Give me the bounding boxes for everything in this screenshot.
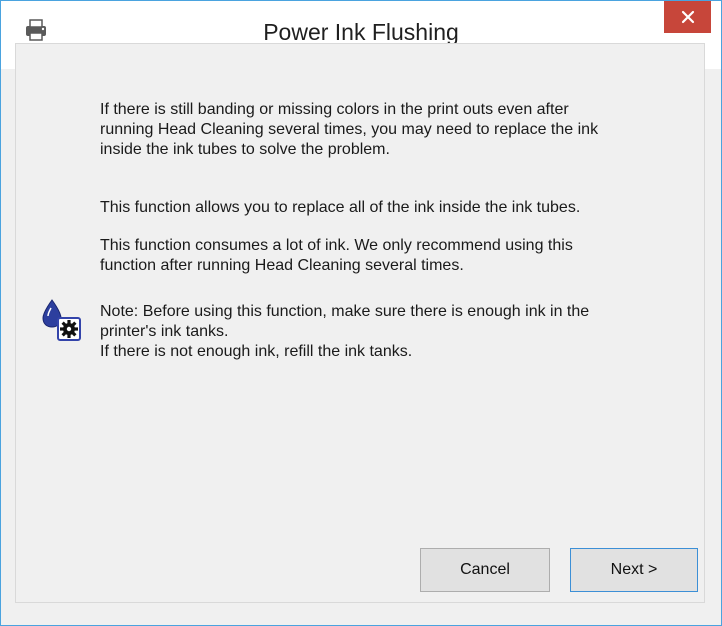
ink-settings-icon — [40, 298, 84, 342]
dialog-body: If there is still banding or missing col… — [15, 43, 705, 603]
cancel-button[interactable]: Cancel — [420, 548, 550, 592]
next-button[interactable]: Next > — [570, 548, 698, 592]
description-paragraph: If there is still banding or missing col… — [100, 100, 598, 160]
note-line3: If there is not enough ink, refill the i… — [100, 343, 413, 360]
paragraph3-line1: This function consumes a lot of ink. We … — [100, 237, 573, 254]
note-text: Note: Before using this function, make s… — [100, 302, 589, 362]
ink-consumption-warning: This function consumes a lot of ink. We … — [100, 236, 573, 276]
paragraph1-line3: inside the ink tubes to solve the proble… — [100, 141, 390, 158]
paragraph1-line1: If there is still banding or missing col… — [100, 101, 569, 118]
close-button[interactable] — [664, 1, 711, 33]
function-description: This function allows you to replace all … — [100, 198, 580, 218]
power-ink-flushing-window: Power Ink Flushing If there is still ban… — [0, 0, 722, 626]
paragraph1-line2: running Head Cleaning several times, you… — [100, 121, 599, 138]
note-line1: Note: Before using this function, make s… — [100, 303, 590, 320]
close-icon — [681, 10, 695, 24]
paragraph3-line2: function after running Head Cleaning sev… — [100, 257, 464, 274]
window-title: Power Ink Flushing — [263, 19, 459, 45]
note-line2: printer's ink tanks. — [100, 323, 229, 340]
paragraph2-line1: This function allows you to replace all … — [100, 199, 581, 216]
